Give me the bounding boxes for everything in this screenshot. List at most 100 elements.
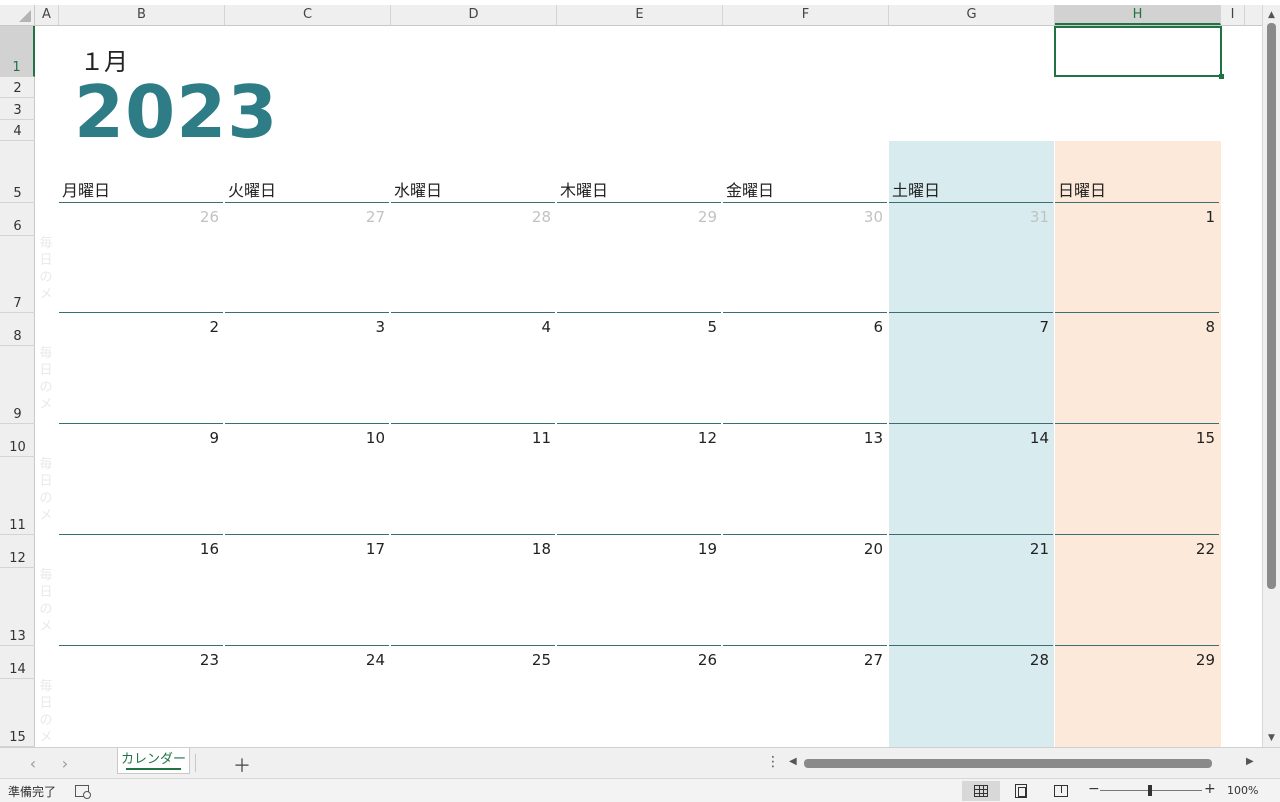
calendar-day-cell[interactable]: 29	[1055, 645, 1219, 747]
column-header-g[interactable]: G	[889, 5, 1055, 25]
row-header-9[interactable]: 9	[0, 346, 35, 424]
calendar-day-cell[interactable]: 29	[557, 202, 721, 312]
normal-view-button[interactable]	[962, 781, 1000, 801]
row-header-2[interactable]: 2	[0, 77, 35, 98]
sheet-tab-calendar[interactable]: カレンダー	[117, 748, 190, 774]
row-header-10[interactable]: 10	[0, 424, 35, 457]
vertical-scroll-thumb[interactable]	[1267, 23, 1276, 589]
day-number: 2	[209, 318, 219, 336]
calendar-day-cell[interactable]: 24	[225, 645, 389, 747]
add-sheet-icon[interactable]: ＋	[232, 752, 252, 778]
calendar-day-cell[interactable]: 7	[889, 312, 1053, 422]
row-header-7[interactable]: 7	[0, 236, 35, 313]
row-header-6[interactable]: 6	[0, 203, 35, 236]
calendar-day-cell[interactable]: 11	[391, 423, 555, 533]
column-header-h[interactable]: H	[1055, 5, 1221, 25]
row-header-11[interactable]: 11	[0, 457, 35, 535]
more-options-icon[interactable]: ⋮	[766, 754, 780, 770]
calendar-day-cell[interactable]: 31	[889, 202, 1053, 312]
scroll-right-icon[interactable]: ▶	[1246, 756, 1254, 767]
zoom-slider-knob[interactable]	[1148, 785, 1152, 796]
row-header-14[interactable]: 14	[0, 646, 35, 679]
weekday-header: 月曜日	[59, 181, 223, 203]
calendar-day-cell[interactable]: 1	[1055, 202, 1219, 312]
row-header-13[interactable]: 13	[0, 568, 35, 646]
column-header-c[interactable]: C	[225, 5, 391, 25]
calendar-day-cell[interactable]: 19	[557, 534, 721, 644]
row-header-1[interactable]: 1	[0, 26, 35, 77]
day-number: 26	[199, 208, 219, 226]
worksheet-grid[interactable]: １月 2023 月曜日 火曜日 水曜日 木曜日 金曜日 土曜日 日曜日 26 27 28 29 30…	[36, 26, 1262, 747]
weekday-header: 土曜日	[889, 181, 1053, 203]
scroll-left-icon[interactable]: ◀	[789, 756, 797, 767]
calendar-day-cell[interactable]: 22	[1055, 534, 1219, 644]
column-header-d[interactable]: D	[391, 5, 557, 25]
calendar-day-cell[interactable]: 20	[723, 534, 887, 644]
calendar-day-cell[interactable]: 2	[59, 312, 223, 422]
calendar-day-cell[interactable]: 25	[391, 645, 555, 747]
row-header-12[interactable]: 12	[0, 535, 35, 568]
weekday-header: 金曜日	[723, 181, 887, 203]
calendar-day-cell[interactable]: 3	[225, 312, 389, 422]
calendar-day-cell[interactable]: 8	[1055, 312, 1219, 422]
zoom-out-icon[interactable]: −	[1088, 781, 1100, 797]
calendar-day-cell[interactable]: 26	[557, 645, 721, 747]
row-header-5[interactable]: 5	[0, 141, 35, 203]
calendar-day-cell[interactable]: 6	[723, 312, 887, 422]
zoom-in-icon[interactable]: +	[1204, 781, 1216, 797]
calendar-day-cell[interactable]: 23	[59, 645, 223, 747]
row-header-bar: 1 2 3 4 5 6 7 8 9 10 11 12 13 14 15	[0, 26, 35, 747]
calendar-day-cell[interactable]: 9	[59, 423, 223, 533]
macro-record-icon[interactable]	[75, 785, 91, 799]
page-break-view-button[interactable]	[1042, 781, 1080, 801]
normal-view-icon	[974, 785, 988, 797]
status-bar: 準備完了 − + 100%	[0, 778, 1280, 802]
prev-sheet-icon[interactable]: ‹	[23, 754, 43, 773]
column-header-f[interactable]: F	[723, 5, 889, 25]
day-number: 30	[863, 208, 883, 226]
calendar-day-cell[interactable]: 26	[59, 202, 223, 312]
next-sheet-icon[interactable]: ›	[55, 754, 75, 773]
calendar-day-cell[interactable]: 28	[391, 202, 555, 312]
active-cell-h1[interactable]	[1054, 26, 1224, 79]
vertical-scrollbar[interactable]: ▲ ▼	[1262, 5, 1280, 747]
column-header-b[interactable]: B	[59, 5, 225, 25]
day-number: 8	[1205, 318, 1215, 336]
day-number: 16	[199, 540, 219, 558]
day-number: 29	[697, 208, 717, 226]
calendar-day-cell[interactable]: 14	[889, 423, 1053, 533]
calendar-day-cell[interactable]: 5	[557, 312, 721, 422]
column-header-i[interactable]: I	[1221, 5, 1245, 25]
calendar-day-cell[interactable]: 15	[1055, 423, 1219, 533]
calendar-day-cell[interactable]: 21	[889, 534, 1053, 644]
column-header-a[interactable]: A	[35, 5, 59, 25]
calendar-day-cell[interactable]: 13	[723, 423, 887, 533]
column-header-e[interactable]: E	[557, 5, 723, 25]
row-header-3[interactable]: 3	[0, 98, 35, 120]
calendar-day-cell[interactable]: 27	[225, 202, 389, 312]
calendar-day-cell[interactable]: 30	[723, 202, 887, 312]
calendar-day-cell[interactable]: 28	[889, 645, 1053, 747]
calendar-day-cell[interactable]: 16	[59, 534, 223, 644]
calendar-day-cell[interactable]: 4	[391, 312, 555, 422]
calendar-day-cell[interactable]: 17	[225, 534, 389, 644]
calendar-day-cell[interactable]: 12	[557, 423, 721, 533]
calendar-day-cell[interactable]: 10	[225, 423, 389, 533]
zoom-level[interactable]: 100%	[1227, 784, 1258, 797]
page-break-icon	[1054, 785, 1068, 797]
row-header-15[interactable]: 15	[0, 679, 35, 747]
side-note-text: 毎日のメ	[39, 568, 53, 634]
day-number: 7	[1039, 318, 1049, 336]
row-header-4[interactable]: 4	[0, 120, 35, 141]
column-header-bar: ABCDEFGHI	[0, 5, 1262, 26]
calendar-day-cell[interactable]: 18	[391, 534, 555, 644]
scroll-down-icon[interactable]: ▼	[1263, 730, 1280, 746]
select-all-corner[interactable]	[0, 5, 35, 25]
day-number: 14	[1029, 429, 1049, 447]
side-note-text: 毎日のメ	[39, 457, 53, 523]
row-header-8[interactable]: 8	[0, 313, 35, 346]
scroll-up-icon[interactable]: ▲	[1263, 7, 1280, 23]
horizontal-scroll-thumb[interactable]	[804, 759, 1212, 768]
page-layout-view-button[interactable]	[1002, 781, 1040, 801]
calendar-day-cell[interactable]: 27	[723, 645, 887, 747]
